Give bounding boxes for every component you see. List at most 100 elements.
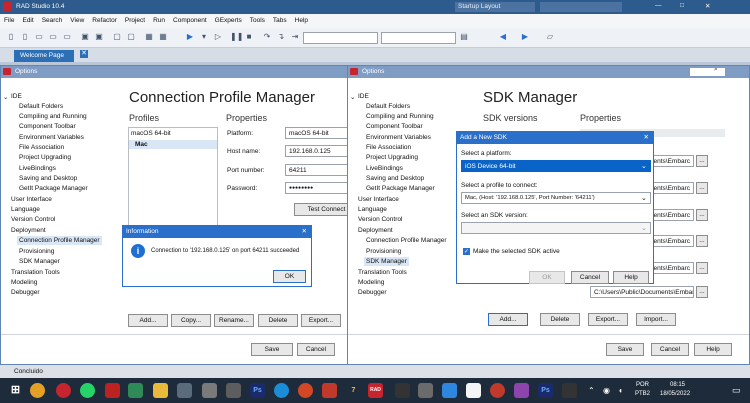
- menu-refactor[interactable]: Refactor: [88, 14, 121, 24]
- notifications-icon[interactable]: ▭: [732, 385, 741, 396]
- tree-item-deployment[interactable]: Deployment: [11, 227, 46, 234]
- run-dropdown-icon[interactable]: ▾: [199, 32, 209, 42]
- view-unit-icon[interactable]: ▦: [144, 32, 154, 42]
- app-icon[interactable]: [177, 383, 192, 398]
- path-browse-button-5[interactable]: ...: [696, 262, 708, 274]
- opera-icon[interactable]: [56, 383, 71, 398]
- open-icon[interactable]: ▭: [34, 32, 44, 42]
- tree-item-modeling[interactable]: Modeling: [11, 279, 37, 286]
- menu-project[interactable]: Project: [121, 14, 149, 24]
- filezilla-icon[interactable]: [105, 383, 120, 398]
- tree-item-user-interface[interactable]: User Interface: [358, 196, 399, 203]
- tree-item-env-vars[interactable]: Environment Variables: [19, 134, 84, 141]
- import-sdk-button[interactable]: Import...: [636, 313, 676, 326]
- tree-item-modeling[interactable]: Modeling: [358, 279, 384, 286]
- tree-item-deployment[interactable]: Deployment: [358, 227, 393, 234]
- save-button[interactable]: Save: [251, 343, 293, 356]
- lang-indicator[interactable]: POR: [636, 382, 649, 388]
- rename-profile-button[interactable]: Rename...: [214, 314, 254, 327]
- explorer-icon[interactable]: [153, 383, 168, 398]
- clock-time[interactable]: 08:15: [670, 382, 685, 388]
- sdk-cancel-button[interactable]: Cancel: [651, 343, 689, 356]
- app6-icon[interactable]: 7: [346, 383, 361, 398]
- save-icon[interactable]: ▣: [80, 32, 90, 42]
- app5-icon[interactable]: [322, 383, 337, 398]
- options-search-box[interactable]: [690, 68, 725, 76]
- forward-icon[interactable]: ▶: [520, 32, 530, 42]
- app10-icon[interactable]: [466, 383, 481, 398]
- tree-item-saving[interactable]: Saving and Desktop: [366, 175, 424, 182]
- rad-studio-icon[interactable]: RAD: [368, 383, 383, 398]
- new-icon[interactable]: ▯: [6, 32, 16, 42]
- app13-icon[interactable]: [562, 383, 577, 398]
- open-project-icon[interactable]: ▭: [48, 32, 58, 42]
- app2-icon[interactable]: [202, 383, 217, 398]
- app11-icon[interactable]: [490, 383, 505, 398]
- path-field-6[interactable]: C:\Users\Public\Documents\Embarc: [590, 286, 694, 298]
- info-ok-button[interactable]: OK: [273, 270, 306, 283]
- tree-item-component-toolbar[interactable]: Component Toolbar: [19, 123, 76, 130]
- password-field[interactable]: ●●●●●●●●: [285, 182, 351, 194]
- close-icon[interactable]: ✕: [705, 2, 710, 10]
- network-icon[interactable]: ◉: [603, 386, 610, 395]
- path-browse-button-6[interactable]: ...: [696, 286, 708, 298]
- reopen-icon[interactable]: ▭: [62, 32, 72, 42]
- delete-profile-button[interactable]: Delete: [258, 314, 298, 327]
- host-field[interactable]: 192.168.0.125: [285, 145, 351, 157]
- tree-item-provisioning[interactable]: Provisioning: [19, 248, 54, 255]
- tree-item-debugger[interactable]: Debugger: [358, 289, 387, 296]
- tree-item-getit[interactable]: GetIt Package Manager: [366, 185, 435, 192]
- add-sdk-cancel-button[interactable]: Cancel: [571, 271, 609, 284]
- toggle-bookmark-icon[interactable]: ▱: [545, 32, 555, 42]
- tree-item-ide[interactable]: IDE: [11, 93, 22, 100]
- layout-combo[interactable]: Startup Layout: [455, 2, 535, 12]
- platform-select[interactable]: iOS Device 64-bit: [461, 160, 651, 172]
- tree-item-provisioning[interactable]: Provisioning: [366, 248, 401, 255]
- tree-item-livebindings[interactable]: LiveBindings: [366, 165, 403, 172]
- search-box[interactable]: [540, 2, 622, 12]
- menu-component[interactable]: Component: [169, 14, 211, 24]
- profile-item-macos[interactable]: macOS 64-bit: [131, 130, 171, 137]
- tree-item-debugger[interactable]: Debugger: [11, 289, 40, 296]
- tree-item-project-upgrading[interactable]: Project Upgrading: [366, 154, 418, 161]
- menu-tabs[interactable]: Tabs: [269, 14, 291, 24]
- tree-item-user-interface[interactable]: User Interface: [11, 196, 52, 203]
- maximize-icon[interactable]: □: [680, 2, 684, 9]
- photoshop-icon[interactable]: Ps: [250, 383, 265, 398]
- tree-item-compiling[interactable]: Compiling and Running: [366, 113, 434, 120]
- tree-item-livebindings[interactable]: LiveBindings: [19, 165, 56, 172]
- profile-select[interactable]: Mac, (Host: '192.168.0.125', Port Number…: [461, 192, 651, 204]
- tree-item-version-control[interactable]: Version Control: [11, 216, 55, 223]
- step-icon[interactable]: ↷: [262, 32, 272, 42]
- app7-icon[interactable]: [395, 383, 410, 398]
- tree-item-default-folders[interactable]: Default Folders: [19, 103, 63, 110]
- tree-item-ide[interactable]: IDE: [358, 93, 369, 100]
- tree-item-connection-profile-manager[interactable]: Connection Profile Manager: [17, 236, 102, 245]
- tree-item-language[interactable]: Language: [358, 206, 387, 213]
- tab-welcome-page[interactable]: Welcome Page: [14, 50, 74, 62]
- port-field[interactable]: 64211: [285, 164, 351, 176]
- platform-field[interactable]: macOS 64-bit: [285, 127, 351, 139]
- stop-icon[interactable]: ■: [244, 32, 254, 42]
- platform-chevron-down-icon[interactable]: ⌄: [641, 162, 647, 170]
- tree-item-saving[interactable]: Saving and Desktop: [19, 175, 77, 182]
- add-profile-button[interactable]: Add...: [128, 314, 168, 327]
- add-file-icon[interactable]: ▢: [112, 32, 122, 42]
- add-sdk-help-button[interactable]: Help: [613, 271, 649, 284]
- app12-icon[interactable]: [514, 383, 529, 398]
- trace-icon[interactable]: ↴: [276, 32, 286, 42]
- menu-run[interactable]: Run: [149, 14, 169, 24]
- path-browse-button-3[interactable]: ...: [696, 209, 708, 221]
- remove-file-icon[interactable]: ▢: [126, 32, 136, 42]
- app8-icon[interactable]: [418, 383, 433, 398]
- excel-icon[interactable]: [128, 383, 143, 398]
- sdk-help-button[interactable]: Help: [694, 343, 732, 356]
- delete-sdk-button[interactable]: Delete: [540, 313, 580, 326]
- menu-view[interactable]: View: [66, 14, 88, 24]
- app4-icon[interactable]: [298, 383, 313, 398]
- info-close-icon[interactable]: ✕: [302, 227, 307, 235]
- tree-item-default-folders[interactable]: Default Folders: [366, 103, 410, 110]
- menu-search[interactable]: Search: [38, 14, 67, 24]
- sdk-save-button[interactable]: Save: [606, 343, 644, 356]
- tree-item-component-toolbar[interactable]: Component Toolbar: [366, 123, 423, 130]
